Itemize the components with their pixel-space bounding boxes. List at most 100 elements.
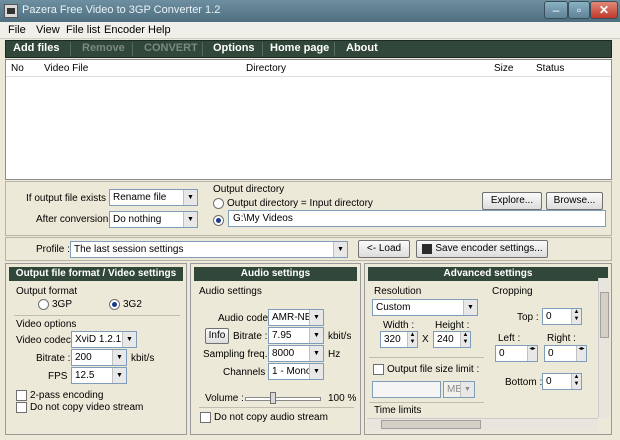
audio-settings-panel: Audio settings Audio settings Audio code… [190, 263, 361, 435]
crop-bottom-stepper[interactable]: 0 ▲ ▼ [542, 373, 582, 390]
menu-help[interactable]: Help [148, 24, 171, 36]
maximize-button[interactable]: ▫ [568, 1, 590, 19]
advanced-horizontal-scrollbar[interactable] [367, 418, 598, 431]
profile-label: Profile : [36, 244, 70, 255]
title-bar: Pazera Free Video to 3GP Converter 1.2 –… [0, 0, 620, 22]
explore-button[interactable]: Explore... [482, 192, 542, 210]
size-limit-checkbox[interactable] [373, 364, 384, 375]
height-stepper[interactable]: 240 ▲ ▼ [433, 331, 471, 348]
about-button[interactable]: About [346, 42, 378, 54]
spin-arrows-icon[interactable]: ▲ ▼ [407, 332, 417, 347]
column-size[interactable]: Size [494, 63, 513, 74]
output-format-label: Output format [16, 286, 78, 297]
size-limit-input[interactable] [372, 381, 441, 398]
same-directory-radio[interactable] [213, 198, 224, 209]
add-files-button[interactable]: Add files [13, 42, 59, 54]
browse-button[interactable]: Browse... [546, 192, 603, 210]
profile-select[interactable]: The last session settings ▼ [70, 241, 348, 258]
audio-info-button[interactable]: Info [205, 328, 229, 344]
advanced-vertical-scrollbar[interactable] [598, 278, 610, 418]
after-conversion-label: After conversion : [36, 214, 114, 225]
output-options-panel: If output file exists : Rename file ▼ Aft… [5, 181, 612, 236]
profile-bar: Profile : The last session settings ▼ <- … [5, 237, 612, 261]
audio-bitrate-select[interactable]: 7.95 ▼ [268, 327, 324, 344]
audio-codec-select[interactable]: AMR-NB ▼ [268, 309, 324, 326]
crop-left-stepper[interactable]: 0 ◂▸ [495, 345, 538, 362]
close-button[interactable]: ✕ [590, 1, 618, 19]
advanced-settings-panel: Advanced settings Resolution Custom ▼ Wid… [364, 263, 612, 435]
audio-group-label: Audio settings [199, 286, 262, 297]
sampling-label: Sampling freq. : [203, 349, 274, 360]
if-exists-select[interactable]: Rename file ▼ [109, 189, 198, 206]
file-list[interactable]: No Video File Directory Size Status [5, 59, 612, 180]
load-profile-button[interactable]: <- Load [358, 240, 410, 258]
sampling-select[interactable]: 8000 ▼ [268, 345, 324, 362]
size-limit-label: Output file size limit : [387, 364, 480, 375]
app-icon [4, 4, 18, 18]
menu-file-list[interactable]: File list [66, 24, 100, 36]
advanced-panel-title: Advanced settings [368, 267, 608, 281]
audio-bitrate-label: Bitrate : [233, 331, 268, 342]
volume-value: 100 % [328, 393, 357, 404]
volume-slider-thumb[interactable] [270, 392, 276, 404]
vertical-scroll-thumb[interactable] [600, 292, 609, 338]
crop-right-stepper[interactable]: 0 ◂▸ [544, 345, 587, 362]
channels-select[interactable]: 1 - Mono ▼ [268, 363, 324, 380]
format-3g2-radio[interactable] [109, 299, 120, 310]
column-directory[interactable]: Directory [246, 63, 286, 74]
video-bitrate-label: Bitrate : [36, 353, 71, 364]
spin-arrows-icon[interactable]: ▲ ▼ [460, 332, 470, 347]
custom-directory-radio[interactable] [213, 215, 224, 226]
volume-slider[interactable] [245, 397, 321, 401]
two-pass-checkbox[interactable] [16, 390, 27, 401]
fps-label: FPS : [48, 371, 74, 382]
minimize-button[interactable]: – [544, 1, 568, 19]
column-no[interactable]: No [11, 63, 24, 74]
menu-file[interactable]: File [8, 24, 26, 36]
column-status[interactable]: Status [536, 63, 564, 74]
no-copy-video-checkbox[interactable] [16, 402, 27, 413]
window-title: Pazera Free Video to 3GP Converter 1.2 [22, 4, 221, 16]
video-options-label: Video options [16, 319, 77, 330]
sampling-unit: Hz [328, 349, 341, 360]
chevron-down-icon: ▼ [309, 310, 323, 325]
chevron-down-icon: ▼ [309, 328, 323, 343]
width-stepper[interactable]: 320 ▲ ▼ [380, 331, 418, 348]
output-directory-input[interactable]: G:\My Videos [228, 210, 606, 227]
horizontal-scroll-thumb[interactable] [381, 420, 481, 429]
chevron-down-icon: ▼ [460, 382, 474, 397]
video-codec-select[interactable]: XviD 1.2.1 ▼ [71, 331, 137, 348]
video-bitrate-select[interactable]: 200 ▼ [71, 349, 127, 366]
format-3gp-label: 3GP [52, 299, 73, 310]
no-copy-audio-checkbox[interactable] [200, 412, 211, 423]
menu-encoder[interactable]: Encoder [104, 24, 145, 36]
chevron-down-icon: ▼ [309, 346, 323, 361]
home-page-button[interactable]: Home page [270, 42, 329, 54]
spin-arrows-icon[interactable]: ◂▸ [576, 346, 586, 361]
spin-arrows-icon[interactable]: ▲ ▼ [571, 309, 581, 324]
cropping-label: Cropping [492, 286, 533, 297]
crop-top-stepper[interactable]: 0 ▲ ▼ [542, 308, 582, 325]
chevron-down-icon: ▼ [183, 212, 197, 227]
video-settings-panel: Output file format / Video settings Outp… [5, 263, 187, 435]
output-directory-label: Output directory [213, 184, 285, 195]
fps-select[interactable]: 12.5 ▼ [71, 367, 127, 384]
chevron-down-icon: ▼ [333, 242, 347, 257]
two-pass-label: 2-pass encoding [30, 390, 104, 401]
menu-view[interactable]: View [36, 24, 60, 36]
column-video-file[interactable]: Video File [44, 63, 88, 74]
spin-arrows-icon[interactable]: ▲ ▼ [571, 374, 581, 389]
size-unit-select[interactable]: MB ▼ [443, 381, 475, 398]
spin-arrows-icon[interactable]: ◂▸ [527, 346, 537, 361]
remove-button[interactable]: Remove [82, 42, 125, 54]
crop-right-label: Right : [547, 333, 576, 344]
resolution-select[interactable]: Custom ▼ [372, 299, 478, 316]
same-directory-label: Output directory = Input directory [227, 198, 373, 209]
after-conversion-select[interactable]: Do nothing ▼ [109, 211, 198, 228]
format-3gp-radio[interactable] [38, 299, 49, 310]
options-button[interactable]: Options [213, 42, 255, 54]
save-encoder-settings-button[interactable]: Save encoder settings... [416, 240, 548, 258]
convert-button[interactable]: CONVERT [144, 42, 198, 54]
audio-bitrate-unit: kbit/s [328, 331, 352, 342]
no-copy-video-label: Do not copy video stream [30, 402, 144, 413]
